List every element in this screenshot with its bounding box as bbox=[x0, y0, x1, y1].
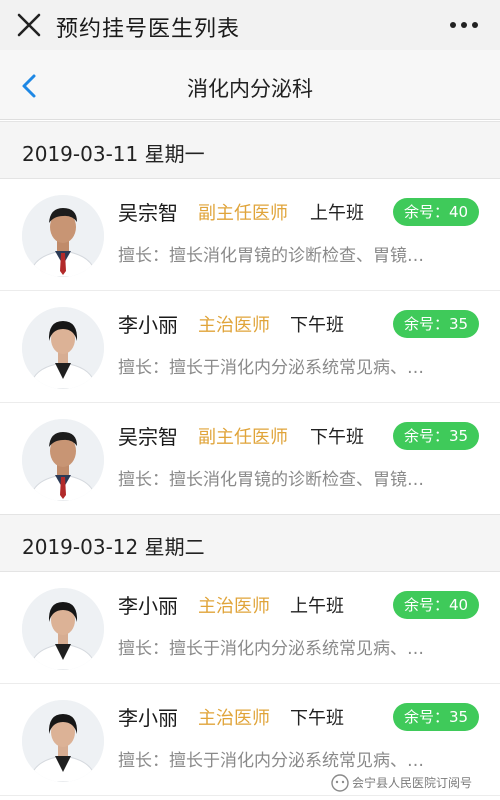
wechat-subscription-icon bbox=[331, 774, 349, 792]
doctor-row[interactable]: 吴宗智 副主任医师 上午班 余号：40 擅长：擅长消化胃镜的诊断检查、胃镜… bbox=[0, 179, 500, 291]
date-header: 2019-03-12 星期二 bbox=[0, 514, 500, 572]
remaining-slots-badge: 余号：35 bbox=[393, 310, 479, 338]
doctor-name: 李小丽 bbox=[118, 706, 178, 730]
doctor-title: 主治医师 bbox=[198, 315, 270, 336]
doctor-row[interactable]: 李小丽 主治医师 下午班 余号：35 擅长：擅长于消化内分泌系统常见病、… bbox=[0, 291, 500, 403]
doctor-name: 吴宗智 bbox=[118, 201, 178, 225]
department-nav-bar: 消化内分泌科 bbox=[0, 50, 500, 120]
male-doctor-avatar bbox=[22, 195, 104, 277]
doctor-row[interactable]: 吴宗智 副主任医师 下午班 余号：35 擅长：擅长消化胃镜的诊断检查、胃镜… bbox=[0, 403, 500, 515]
remaining-slots-badge: 余号：40 bbox=[393, 591, 479, 619]
female-doctor-avatar bbox=[22, 307, 104, 389]
doctor-name: 李小丽 bbox=[118, 594, 178, 618]
watermark-text: 会宁县人民医院订阅号 bbox=[352, 776, 473, 790]
doctor-specialty: 擅长：擅长消化胃镜的诊断检查、胃镜… bbox=[118, 470, 424, 490]
top-bar: 预约挂号医生列表 bbox=[0, 0, 500, 50]
doctor-specialty: 擅长：擅长于消化内分泌系统常见病、… bbox=[118, 639, 424, 659]
doctor-name: 李小丽 bbox=[118, 313, 178, 337]
doctor-shift: 下午班 bbox=[310, 427, 364, 448]
doctor-shift: 上午班 bbox=[310, 203, 364, 224]
male-doctor-avatar bbox=[22, 419, 104, 501]
remaining-slots-badge: 余号：35 bbox=[393, 703, 479, 731]
date-header: 2019-03-11 星期一 bbox=[0, 121, 500, 179]
doctor-shift: 下午班 bbox=[290, 315, 344, 336]
doctor-row[interactable]: 李小丽 主治医师 上午班 余号：40 擅长：擅长于消化内分泌系统常见病、… bbox=[0, 572, 500, 684]
doctor-title: 主治医师 bbox=[198, 596, 270, 617]
page-title: 预约挂号医生列表 bbox=[56, 17, 241, 42]
doctor-specialty: 擅长：擅长于消化内分泌系统常见病、… bbox=[118, 751, 424, 771]
close-icon[interactable] bbox=[16, 12, 42, 38]
doctor-title: 主治医师 bbox=[198, 708, 270, 729]
doctor-title: 副主任医师 bbox=[198, 203, 288, 224]
remaining-slots-badge: 余号：35 bbox=[393, 422, 479, 450]
department-title: 消化内分泌科 bbox=[187, 77, 313, 101]
more-options-icon[interactable] bbox=[448, 12, 480, 38]
doctor-specialty: 擅长：擅长于消化内分泌系统常见病、… bbox=[118, 358, 424, 378]
date-label: 2019-03-12 星期二 bbox=[22, 535, 205, 559]
doctor-name: 吴宗智 bbox=[118, 425, 178, 449]
doctor-shift: 下午班 bbox=[290, 708, 344, 729]
watermark: 会宁县人民医院订阅号 bbox=[330, 772, 490, 794]
female-doctor-avatar bbox=[22, 588, 104, 670]
doctor-title: 副主任医师 bbox=[198, 427, 288, 448]
date-label: 2019-03-11 星期一 bbox=[22, 142, 205, 166]
female-doctor-avatar bbox=[22, 700, 104, 782]
doctor-shift: 上午班 bbox=[290, 596, 344, 617]
remaining-slots-badge: 余号：40 bbox=[393, 198, 479, 226]
doctor-specialty: 擅长：擅长消化胃镜的诊断检查、胃镜… bbox=[118, 246, 424, 266]
